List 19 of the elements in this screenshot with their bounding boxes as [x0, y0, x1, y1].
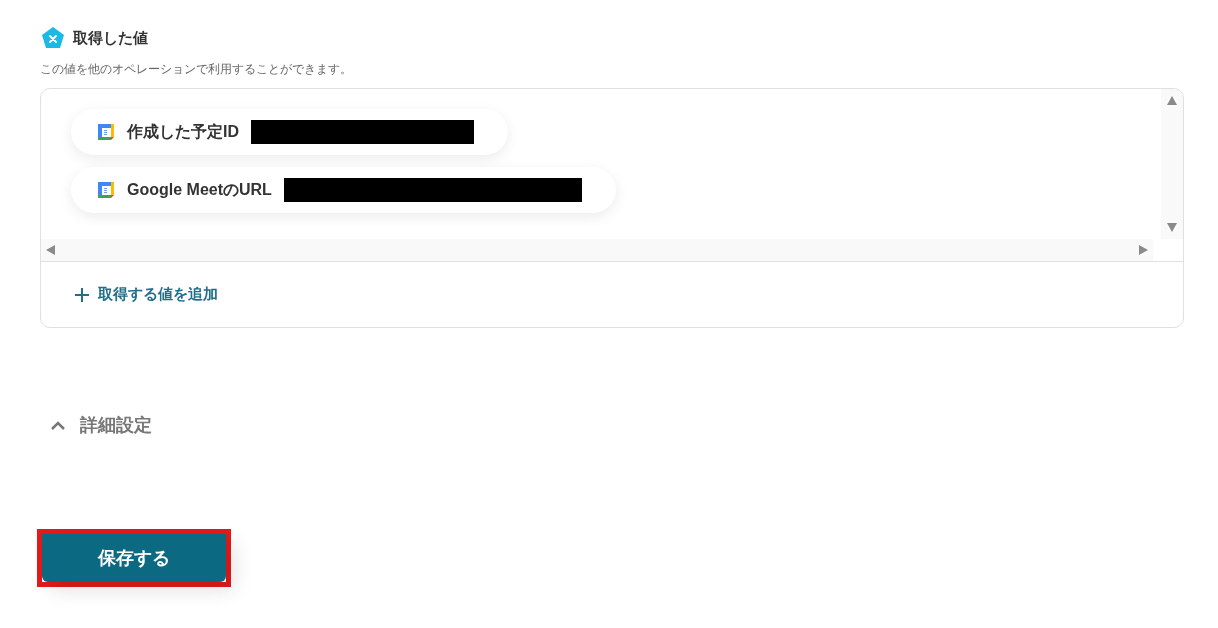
value-label: Google MeetのURL	[127, 180, 272, 200]
calendar-icon	[97, 181, 115, 199]
advanced-settings-toggle[interactable]: 詳細設定	[50, 412, 152, 439]
add-value-link[interactable]: 取得する値を追加	[74, 283, 218, 306]
value-chip[interactable]: Google MeetのURL	[71, 167, 616, 213]
value-chip[interactable]: 作成した予定ID	[71, 109, 508, 155]
logo-icon	[41, 26, 65, 50]
calendar-icon	[97, 123, 115, 141]
scroll-right-icon[interactable]	[1137, 244, 1149, 256]
plus-icon	[74, 286, 90, 303]
vertical-scrollbar[interactable]	[1161, 89, 1183, 239]
scroll-up-icon[interactable]	[1166, 95, 1178, 107]
horizontal-scrollbar[interactable]	[41, 239, 1153, 261]
section-title: 取得した値	[73, 27, 148, 48]
section-description: この値を他のオペレーションで利用することができます。	[40, 61, 353, 78]
scroll-left-icon[interactable]	[45, 244, 57, 256]
scroll-down-icon[interactable]	[1166, 221, 1178, 233]
save-button[interactable]: 保存する	[42, 534, 226, 582]
value-label: 作成した予定ID	[127, 122, 239, 142]
